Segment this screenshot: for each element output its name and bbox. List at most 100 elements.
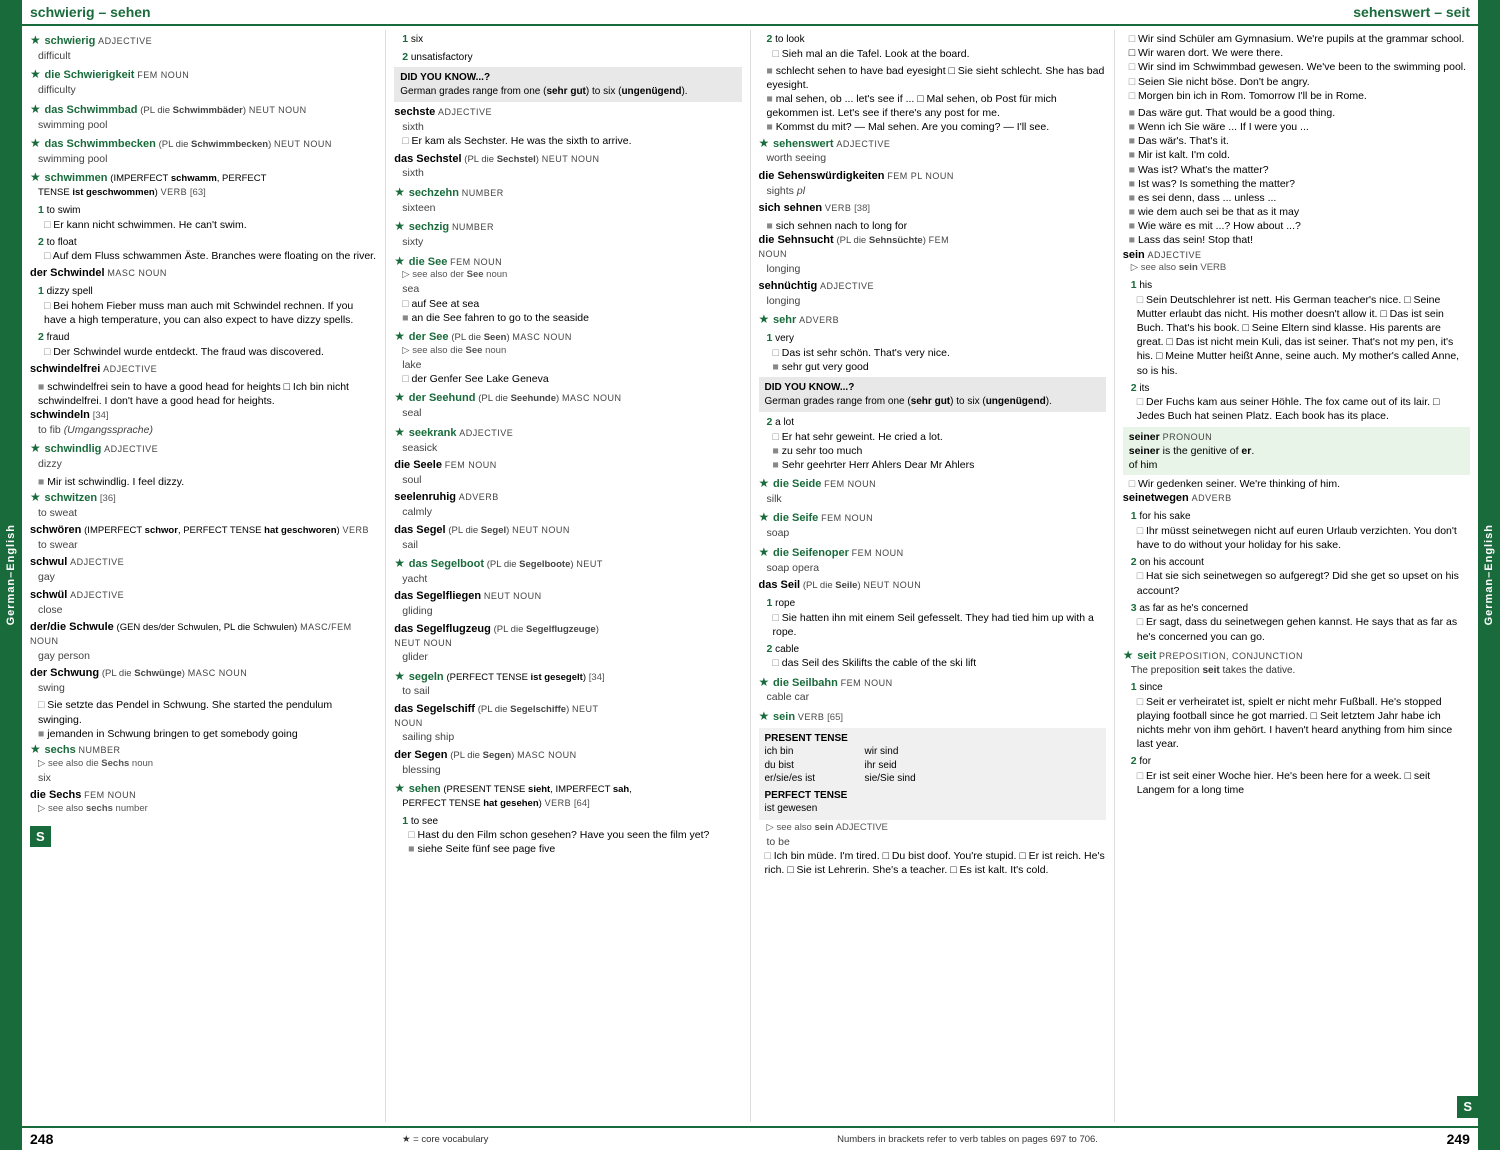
entry-schwitzen: ★ schwitzen [36] to sweat — [30, 489, 377, 520]
entry-schwierig: ★ schwierig ADJECTIVE difficult — [30, 32, 377, 63]
entry-segelfliegen: das Segelfliegen NEUT NOUN gliding — [394, 589, 741, 618]
entry-segelflugzeug: das Segelflugzeug (PL die Segelflugzeuge… — [394, 622, 741, 665]
bullet-sich-sehnen: sich sehnen nach to long for — [767, 219, 1106, 233]
entry-seele: die Seele FEM NOUN soul — [394, 458, 741, 487]
entry-sein-verb: ★ sein VERB [65] — [759, 708, 1106, 725]
bullet-ist-was: Ist was? Is something the matter? — [1129, 177, 1470, 191]
letter-s-left: S — [30, 824, 377, 850]
page-header: schwierig – sehen sehenswert – seit — [22, 0, 1478, 26]
entry-schwindel-1: 1 dizzy spell Bei hohem Fieber muss man … — [38, 284, 377, 327]
entry-sehenswuerdigkeiten: die Sehenswürdigkeiten FEM PL NOUN sight… — [759, 169, 1106, 198]
did-you-know-sehr: DID YOU KNOW...? German grades range fro… — [759, 377, 1106, 412]
entry-segel: das Segel (PL die Segel) NEUT NOUN sail — [394, 523, 741, 552]
entry-schwimmbad: ★ das Schwimmbad (PL die Schwimmbäder) N… — [30, 101, 377, 132]
column-4: Wir sind Schüler am Gymnasium. We're pup… — [1115, 30, 1478, 1122]
entry-seilbahn: ★ die Seilbahn FEM NOUN cable car — [759, 674, 1106, 705]
bullet-schwindlig: Mir ist schwindlig. I feel dizzy. — [38, 475, 377, 489]
entry-schwimmbecken: ★ das Schwimmbecken (PL die Schwimmbecke… — [30, 135, 377, 166]
entry-sich-sehnen: sich sehnen VERB [38] — [759, 201, 1106, 216]
pronoun-box-seiner: seiner PRONOUN seiner is the genitive of… — [1123, 427, 1470, 476]
right-tab-text: German–English — [1483, 524, 1495, 625]
entry-sechstel: das Sechstel (PL die Sechstel) NEUT NOUN… — [394, 152, 741, 181]
entry-segelschiff: das Segelschiff (PL die Segelschiffe) NE… — [394, 702, 741, 745]
right-page-num: 249 — [1447, 1131, 1470, 1147]
bullet-was-ist: Was ist? What's the matter? — [1129, 163, 1470, 177]
bullet-wie-waere-es: Wie wäre es mit ...? How about ...? — [1129, 219, 1470, 233]
entry-sehen-1: 1 to see Hast du den Film schon gesehen?… — [402, 814, 741, 857]
entry-seil-2: 2 cable das Seil des Skilifts the cable … — [767, 642, 1106, 671]
bullet-waere-gut: Das wäre gut. That would be a good thing… — [1129, 106, 1470, 120]
bullet-schwung: jemanden in Schwung bringen to get someb… — [38, 727, 377, 741]
left-header: schwierig – sehen — [30, 4, 750, 20]
column-1: ★ schwierig ADJECTIVE difficult ★ die Sc… — [22, 30, 386, 1122]
entry-seinetwegen-3: 3 as far as he's concerned Er sagt, dass… — [1131, 601, 1470, 644]
entry-seife: ★ die Seife FEM NOUN soap — [759, 509, 1106, 540]
entry-sehen: ★ sehen (PRESENT TENSE sieht, IMPERFECT … — [394, 780, 741, 811]
main-content: schwierig – sehen sehenswert – seit ★ sc… — [22, 0, 1478, 1150]
bullet-wenn-ich: Wenn ich Sie wäre ... If I were you ... — [1129, 120, 1470, 134]
entry-segen: der Segen (PL die Segen) MASC NOUN bless… — [394, 748, 741, 777]
footer-note: Numbers in brackets refer to verb tables… — [837, 1134, 1098, 1145]
tense-table-sein: PRESENT TENSE ich bin wir sind du bist i… — [759, 728, 1106, 820]
entry-sein-adj-2: 2 its Der Fuchs kam aus seiner Höhle. Th… — [1131, 381, 1470, 424]
bullet-schwindelfrei: schwindelfrei sein to have a good head f… — [38, 380, 377, 408]
entry-sehenswert: ★ sehenswert ADJECTIVE worth seeing — [759, 135, 1106, 166]
column-2: 1 six 2 unsatisfactory DID YOU KNOW...? … — [386, 30, 750, 1122]
entry-seekrank: ★ seekrank ADJECTIVE seasick — [394, 424, 741, 455]
entry-sehr-2: 2 a lot Er hat sehr geweint. He cried a … — [767, 415, 1106, 472]
entry-sehnsucht: die Sehnsucht (PL die Sehnsüchte) FEM NO… — [759, 233, 1106, 276]
letter-s-right: S — [1457, 1094, 1478, 1120]
entry-sechzig: ★ sechzig NUMBER sixty — [394, 218, 741, 249]
entry-schwul: schwul ADJECTIVE gay — [30, 555, 377, 584]
entry-die-sechs: die Sechs FEM NOUN see also sechs number — [30, 788, 377, 816]
entry-sein-adj: sein ADJECTIVE see also sein VERB — [1123, 248, 1470, 276]
entry-seinetwegen-2: 2 on his account Hat sie sich seinetwege… — [1131, 555, 1470, 598]
right-side-tab: German–English — [1478, 0, 1500, 1150]
entry-sechste: sechste ADJECTIVE sixth Er kam als Sechs… — [394, 105, 741, 149]
entry-seit-2: 2 for Er ist seit einer Woche hier. He's… — [1131, 754, 1470, 797]
entry-schwindel-2: 2 fraud Der Schwindel wurde entdeckt. Th… — [38, 330, 377, 359]
entry-seit: ★ seit PREPOSITION, CONJUNCTION The prep… — [1123, 647, 1470, 677]
entry-sehr-1: 1 very Das ist sehr schön. That's very n… — [767, 331, 1106, 374]
columns-wrapper: ★ schwierig ADJECTIVE difficult ★ die Sc… — [22, 26, 1478, 1126]
entry-sein-adj-1: 1 his Sein Deutschlehrer ist nett. His G… — [1131, 278, 1470, 378]
did-you-know-sechs: DID YOU KNOW...? German grades range fro… — [394, 67, 741, 102]
entry-sehr: ★ sehr ADVERB — [759, 311, 1106, 328]
entry-seide: ★ die Seide FEM NOUN silk — [759, 475, 1106, 506]
bullet-es-sei-denn: es sei denn, dass ... unless ... — [1129, 191, 1470, 205]
entry-schwindeln: schwindeln [34] to fib (Umgangssprache) — [30, 408, 377, 437]
entry-segelboot: ★ das Segelboot (PL die Segelboote) NEUT… — [394, 555, 741, 586]
entry-schwung: der Schwung (PL die Schwünge) MASC NOUN … — [30, 666, 377, 695]
entry-sechs: ★ sechs NUMBER see also die Sechs noun s… — [30, 741, 377, 785]
entry-schwuel: schwül ADJECTIVE close — [30, 588, 377, 617]
left-side-tab: German–English — [0, 0, 22, 1150]
entry-seehund: ★ der Seehund (PL die Seehunde) MASC NOU… — [394, 389, 741, 420]
entry-sehnsuechtig: sehnüchtig ADJECTIVE longing — [759, 279, 1106, 308]
left-page-num: 248 — [30, 1131, 53, 1147]
bullet-wie-dem-auch-sei: wie dem auch sei be that as it may — [1129, 205, 1470, 219]
entry-schwule: der/die Schwule (GEN des/der Schwulen, P… — [30, 620, 377, 663]
left-tab-text: German–English — [5, 524, 17, 625]
bullet-mir-ist-kalt: Mir ist kalt. I'm cold. — [1129, 148, 1470, 162]
entry-seil-1: 1 rope Sie hatten ihn mit einem Seil gef… — [767, 596, 1106, 639]
bullet-mal-sehen: mal sehen, ob ... let's see if ... □ Mal… — [767, 92, 1106, 120]
entry-der-see: ★ der See (PL die Seen) MASC NOUN see al… — [394, 328, 741, 386]
entry-schwierigkeit: ★ die Schwierigkeit FEM NOUN difficulty — [30, 66, 377, 97]
entry-seinetwegen-1: 1 for his sake Ihr müsst seinetwegen nic… — [1131, 509, 1470, 552]
page-wrapper: German–English schwierig – sehen sehensw… — [0, 0, 1500, 1150]
bullet-kommst-du: Kommst du mit? — Mal sehen. Are you comi… — [767, 120, 1106, 134]
entry-segeln: ★ segeln (PERFECT TENSE ist gesegelt) [3… — [394, 668, 741, 699]
entry-seil: das Seil (PL die Seile) NEUT NOUN — [759, 578, 1106, 593]
entry-sehen-2: 2 to look Sieh mal an die Tafel. Look at… — [767, 32, 1106, 61]
entry-schwindel: der Schwindel MASC NOUN — [30, 266, 377, 281]
column-3: 2 to look Sieh mal an die Tafel. Look at… — [751, 30, 1115, 1122]
entry-seifenoper: ★ die Seifenoper FEM NOUN soap opera — [759, 544, 1106, 575]
entry-schwimmen: ★ schwimmen (IMPERFECT schwamm, PERFECT … — [30, 169, 377, 200]
entry-die-see: ★ die See FEM NOUN see also der See noun… — [394, 253, 741, 326]
footer-legend: ★ = core vocabulary — [402, 1134, 488, 1145]
entry-sechzehn: ★ sechzehn NUMBER sixteen — [394, 184, 741, 215]
entry-schwindelfrei: schwindelfrei ADJECTIVE — [30, 362, 377, 377]
entry-sein-examples: Wir sind Schüler am Gymnasium. We're pup… — [1123, 32, 1470, 103]
bullet-lass-das: Lass das sein! Stop that! — [1129, 233, 1470, 247]
entry-schwoeren: schwören (IMPERFECT schwor, PERFECT TENS… — [30, 523, 377, 552]
